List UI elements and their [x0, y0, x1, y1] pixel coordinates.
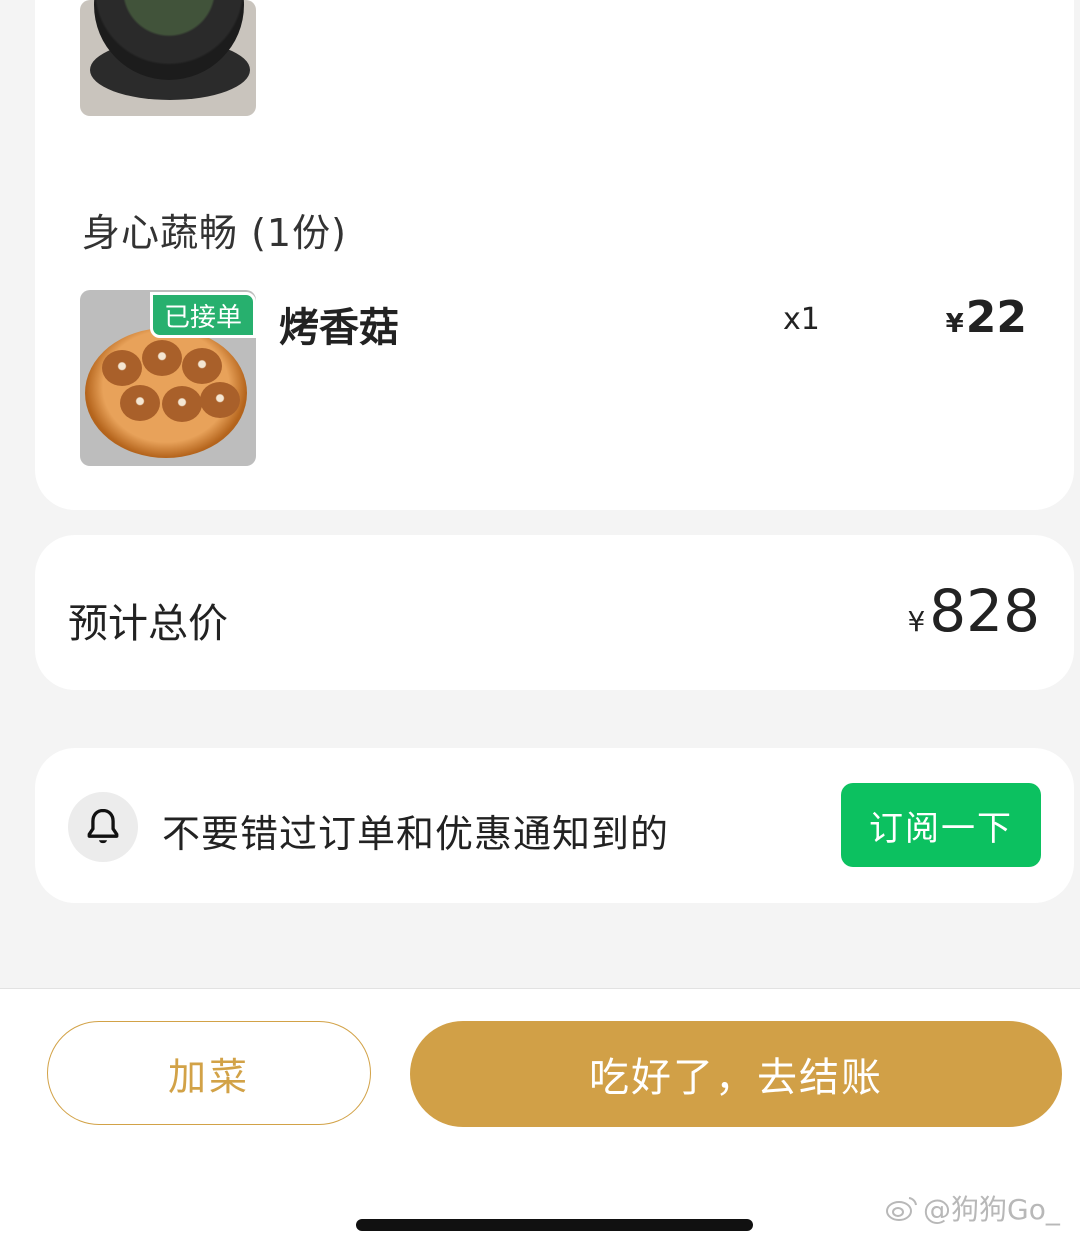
- total-price: ¥828: [907, 577, 1040, 645]
- dish-price: ¥22: [946, 292, 1027, 343]
- notification-card: 不要错过订单和优惠通知到的 订阅一下: [35, 748, 1074, 903]
- total-card: 预计总价 ¥828: [35, 535, 1074, 690]
- add-dish-button[interactable]: 加菜: [47, 1021, 371, 1125]
- weibo-logo-icon: [886, 1197, 917, 1221]
- total-amount: 828: [929, 577, 1040, 645]
- dish-name: 烤香菇: [279, 305, 399, 351]
- section-title: 身心蔬畅 (1份): [82, 211, 347, 255]
- dish-price-value: 22: [965, 292, 1027, 343]
- checkout-button[interactable]: 吃好了，去结账: [410, 1021, 1062, 1127]
- subscribe-button[interactable]: 订阅一下: [841, 783, 1041, 867]
- bell-icon: [68, 792, 138, 862]
- order-card: 身心蔬畅 (1份) 已接单 烤香菇 x1 ¥22: [35, 0, 1074, 510]
- currency-symbol: ¥: [945, 309, 964, 339]
- home-indicator[interactable]: [356, 1219, 753, 1231]
- dish-quantity: x1: [783, 302, 820, 337]
- notification-text: 不要错过订单和优惠通知到的: [162, 812, 670, 856]
- currency-symbol: ¥: [907, 605, 926, 638]
- order-status-badge: 已接单: [150, 292, 256, 338]
- watermark-text: @狗狗Go_: [923, 1193, 1060, 1226]
- soup-dish-image[interactable]: [80, 0, 256, 116]
- total-label: 预计总价: [68, 601, 228, 647]
- watermark: @狗狗Go_: [885, 1188, 1060, 1228]
